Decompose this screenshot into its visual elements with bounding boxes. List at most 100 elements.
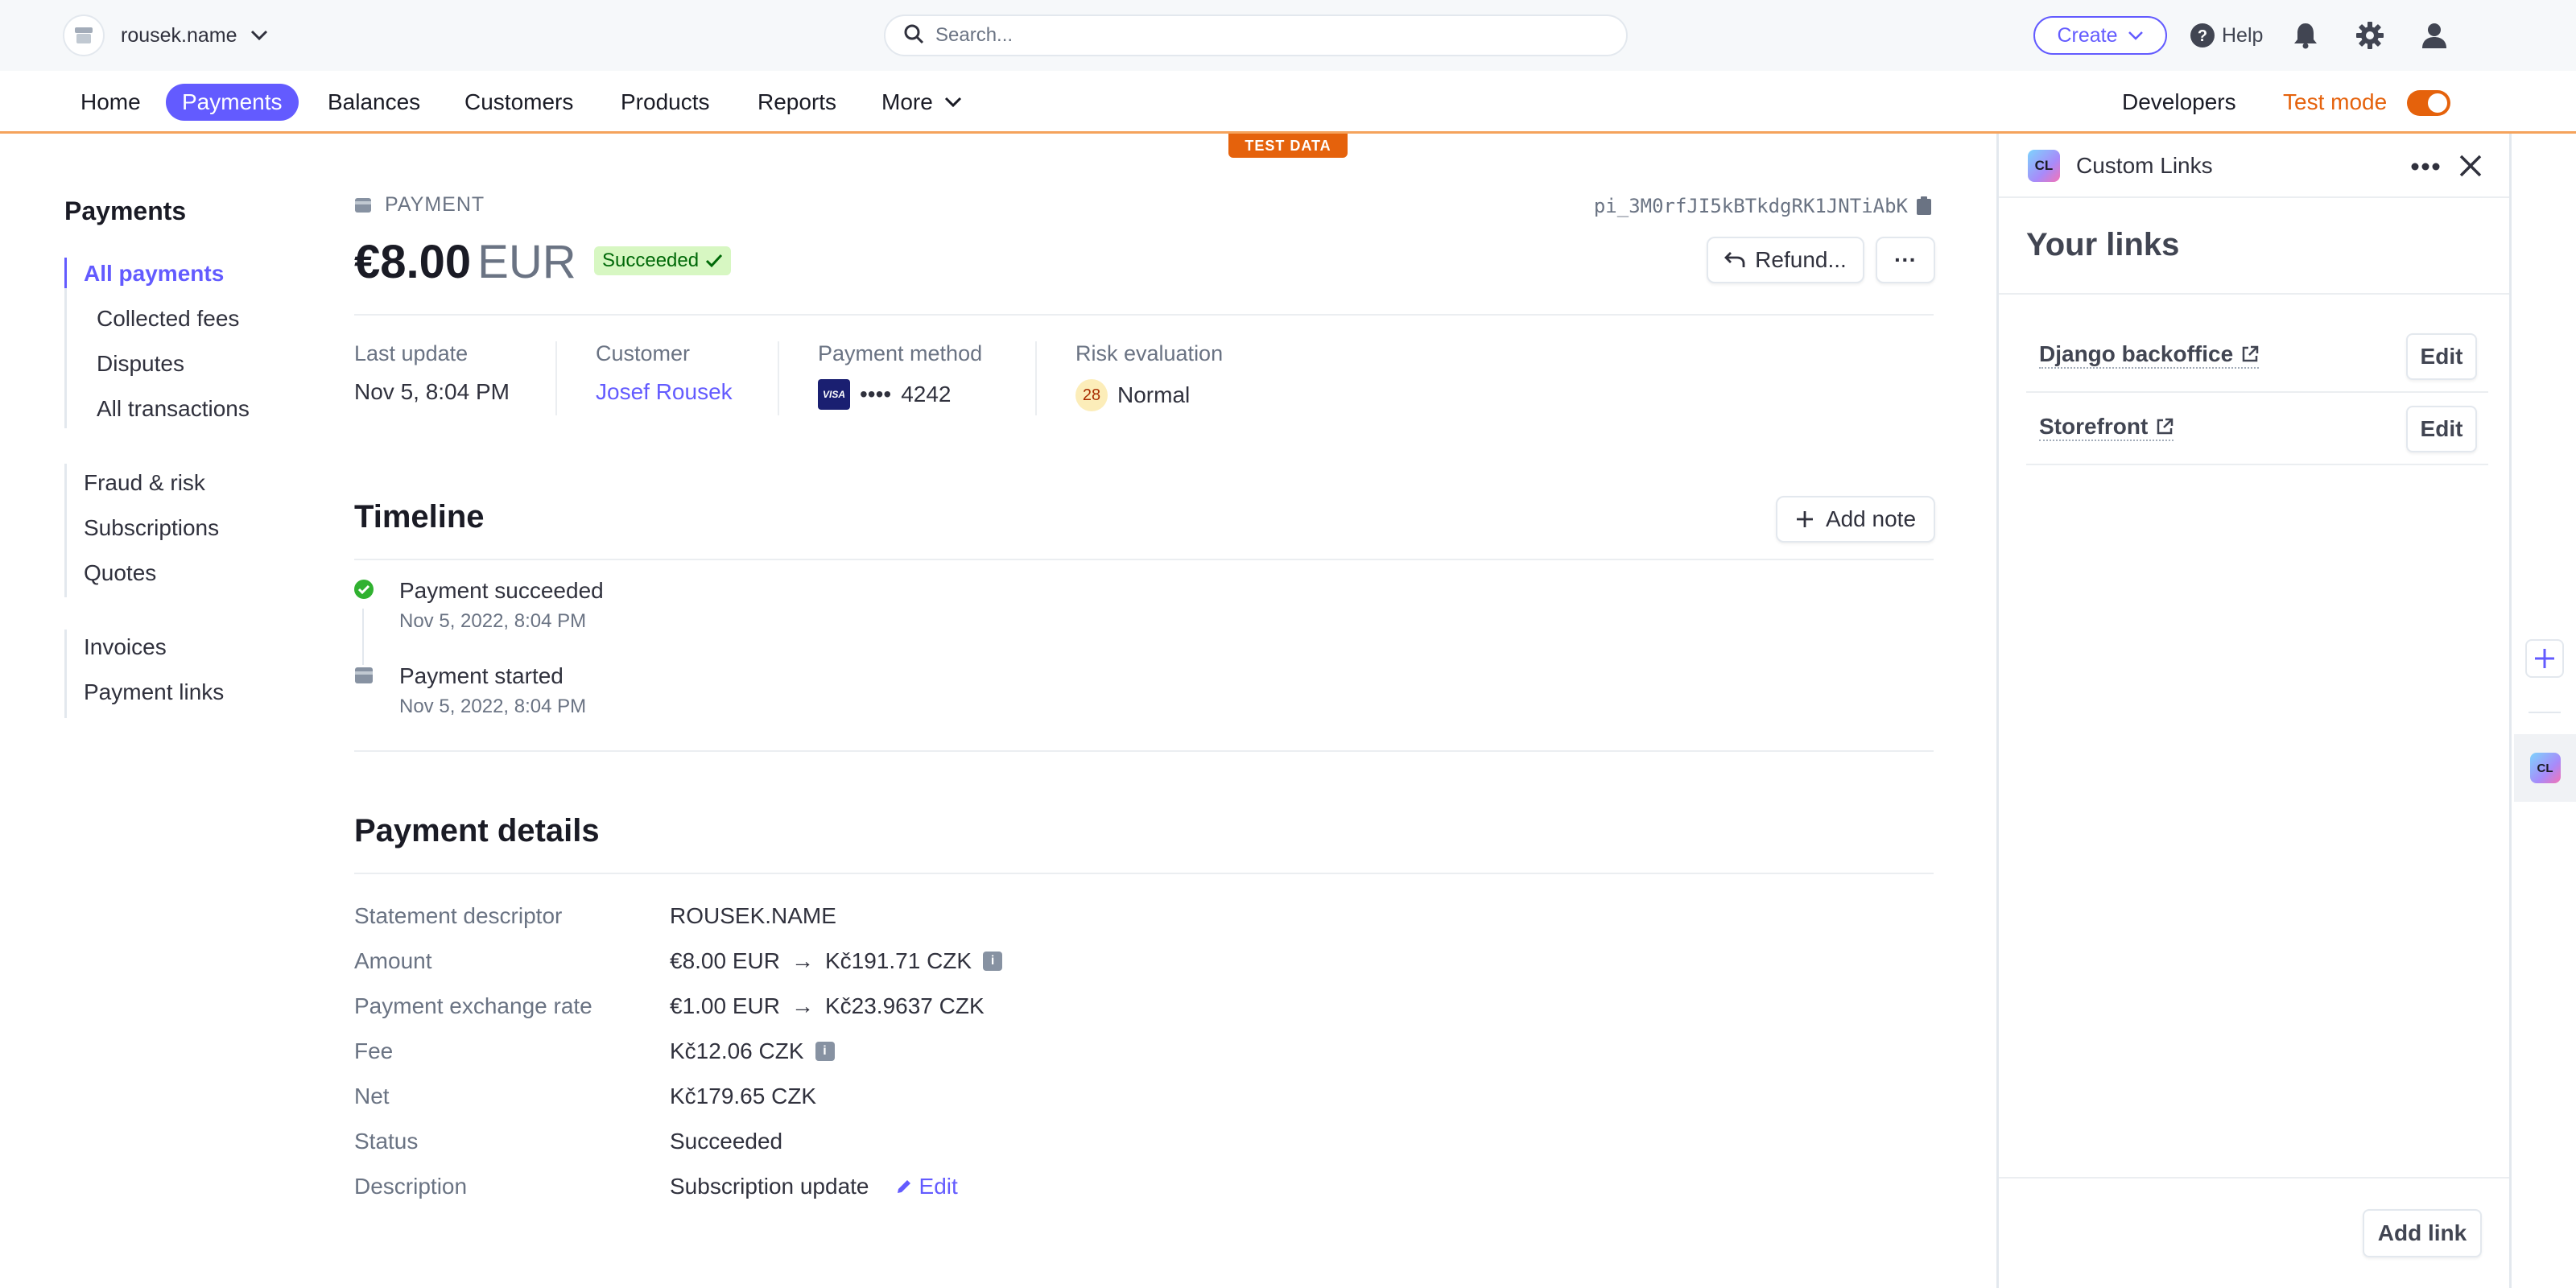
sidebar-item-all-payments[interactable]: All payments [84,261,224,287]
detail-value-text: €1.00 EUR [670,993,780,1018]
nav-home[interactable]: Home [64,84,157,121]
your-links-heading: Your links [2026,227,2180,262]
detail-label: Statement descriptor [354,903,563,928]
payment-label: PAYMENT [354,193,485,217]
custom-link[interactable]: Django backoffice [2039,341,2260,369]
detail-value: Kč179.65 CZK [670,1084,816,1109]
amount-value: €8.00 [354,236,472,288]
help-label: Help [2222,23,2264,47]
risk-label: Risk evaluation [1075,341,1224,365]
timeline-end-divider [354,750,1934,752]
app-rail: CL [2514,134,2576,1288]
test-mode-toggle[interactable] [2407,90,2450,116]
detail-label: Payment exchange rate [354,993,592,1018]
nav-more[interactable]: More [865,84,978,121]
more-actions-button[interactable]: ··· [1876,237,1935,283]
check-circle-icon [354,580,374,599]
more-options-icon[interactable] [2409,155,2442,179]
payment-method: Payment method VISA •••• 4242 [818,341,982,410]
add-app-button[interactable] [2525,639,2564,678]
edit-description-link[interactable]: Edit [895,1174,958,1199]
detail-label: Status [354,1129,419,1154]
arrow-right-icon: → [791,993,814,1018]
timeline-event-title: Payment started [399,663,564,688]
detail-value-text: Succeeded [670,1129,783,1154]
last-update-label: Last update [354,341,469,365]
external-link-icon [2157,418,2174,435]
detail-label: Description [354,1174,468,1199]
add-note-label: Add note [1825,506,1917,531]
custom-link[interactable]: Storefront [2039,414,2174,441]
custom-link-row: Storefront Edit [2026,393,2488,465]
main-nav: Home Payments Balances Customers Product… [0,71,2576,134]
payment-id[interactable]: pi_3M0rfJI5kBTkdgRK1JNTiAbK [1594,195,1932,217]
rail-divider [2529,712,2561,713]
account-name: rousek.name [121,23,237,47]
help-button[interactable]: ? Help [2190,16,2263,55]
detail-value-text: €8.00 EUR [670,948,780,973]
info-icon[interactable]: i [815,1042,835,1061]
sidebar-item-collected-fees[interactable]: Collected fees [97,306,239,332]
nav-products[interactable]: Products [605,84,726,121]
edit-link-button[interactable]: Edit [2406,333,2477,380]
edit-link-button[interactable]: Edit [2406,406,2477,452]
nav-reports[interactable]: Reports [741,84,852,121]
add-link-button[interactable]: Add link [2363,1209,2482,1257]
sidebar-item-quotes[interactable]: Quotes [84,560,156,586]
panel-header: CL Custom Links [1999,134,2509,198]
risk-value[interactable]: 28 Normal [1075,379,1223,411]
custom-links-app-button[interactable]: CL [2514,734,2576,802]
details-divider [354,873,1934,874]
refund-label: Refund... [1755,247,1847,272]
timeline-divider [354,559,1934,560]
gear-icon[interactable] [2354,19,2386,52]
account-switcher[interactable]: rousek.name [63,14,268,56]
arrow-right-icon: → [791,948,814,973]
detail-value-text: Kč12.06 CZK [670,1038,804,1063]
chevron-down-icon [250,30,268,41]
detail-value: €1.00 EUR → Kč23.9637 CZK [670,993,985,1019]
search-bar[interactable] [884,14,1628,56]
sidebar-item-fraud-risk[interactable]: Fraud & risk [84,470,205,496]
undo-arrow-icon [1724,252,1745,267]
status-badge: Succeeded [594,246,732,275]
bell-icon[interactable] [2289,19,2322,52]
nav-more-label: More [881,89,933,114]
sidebar-item-payment-links[interactable]: Payment links [84,679,224,705]
create-label: Create [2057,23,2118,47]
card-dots: •••• [860,382,892,407]
meta-divider [1035,341,1037,415]
risk-level: Normal [1117,382,1191,407]
nav-balances[interactable]: Balances [312,84,436,121]
test-data-banner: TEST DATA [1228,134,1348,158]
plus-icon [1796,511,1813,527]
status-badge-label: Succeeded [602,250,700,271]
nav-developers[interactable]: Developers [2106,84,2252,121]
create-button[interactable]: Create [2033,16,2167,55]
detail-value-text: ROUSEK.NAME [670,903,836,928]
clipboard-icon[interactable] [1916,196,1932,216]
sidebar-item-disputes[interactable]: Disputes [97,351,184,377]
meta-divider [555,341,557,415]
risk-score-badge: 28 [1075,379,1108,411]
add-note-button[interactable]: Add note [1776,496,1935,543]
detail-value-converted: Kč191.71 CZK [824,948,972,973]
edit-label: Edit [919,1174,958,1199]
check-icon [706,254,723,268]
payment-amount: €8.00 EUR [354,235,576,289]
sidebar-item-all-transactions[interactable]: All transactions [97,396,250,422]
sidebar-item-subscriptions[interactable]: Subscriptions [84,515,219,541]
user-icon[interactable] [2418,19,2450,52]
search-input[interactable] [935,24,1596,47]
info-icon[interactable]: i [983,952,1003,971]
customer-link[interactable]: Josef Rousek [596,379,733,405]
timeline-connector [362,609,364,665]
detail-value-text: Subscription update [670,1174,869,1199]
nav-customers[interactable]: Customers [448,84,589,121]
detail-value-converted: Kč23.9637 CZK [824,993,985,1018]
refund-button[interactable]: Refund... [1707,237,1864,283]
close-icon[interactable] [2456,151,2485,180]
payment-label-text: PAYMENT [385,193,485,216]
nav-payments[interactable]: Payments [166,84,299,121]
sidebar-item-invoices[interactable]: Invoices [84,634,167,660]
